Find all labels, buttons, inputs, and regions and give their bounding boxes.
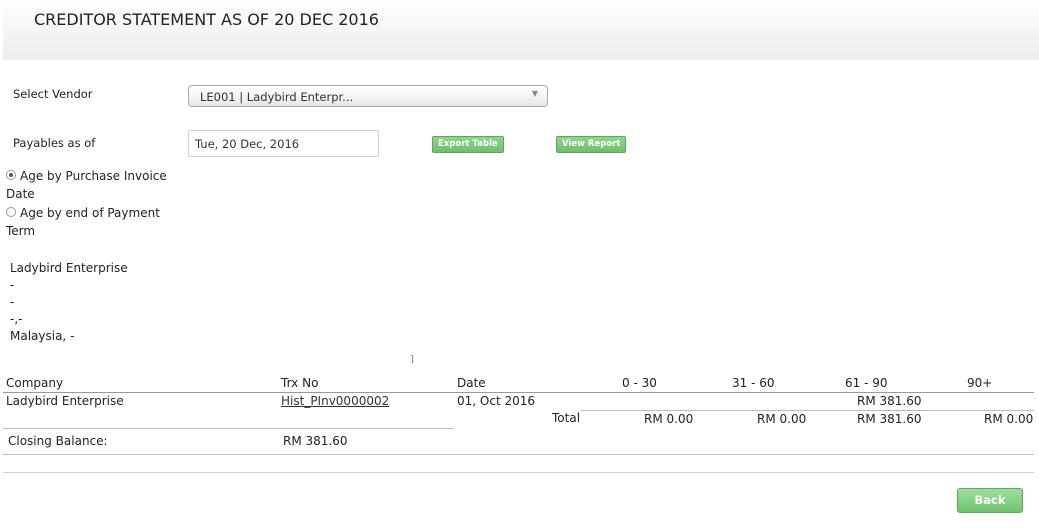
export-table-button[interactable]: Export Table <box>432 136 504 153</box>
age-option-label-cont: Date <box>6 187 35 201</box>
col-header-trx-no: Trx No <box>281 376 319 390</box>
view-report-button[interactable]: View Report <box>556 136 627 153</box>
footer-divider <box>3 472 1034 473</box>
select-vendor-label: Select Vendor <box>13 87 93 101</box>
vendor-select-value: LE001 | Ladybird Enterpr... <box>200 90 354 104</box>
address-line: - <box>10 278 15 292</box>
col-header-0-30: 0 - 30 <box>622 376 657 390</box>
address-line: -,- <box>10 312 23 326</box>
total-divider <box>581 410 1034 411</box>
total-0-30: RM 0.00 <box>644 412 694 426</box>
total-label: Total <box>552 411 581 425</box>
address-line: Malaysia, - <box>10 329 75 343</box>
payables-date-input[interactable] <box>188 130 379 157</box>
chevron-down-icon: ▼ <box>531 89 538 98</box>
vendor-address-textarea[interactable]: Ladybird Enterprise - - -,- Malaysia, - … <box>6 258 416 371</box>
age-by-invoice-date-option[interactable]: Age by Purchase Invoice Date <box>6 167 181 203</box>
closing-bottom-divider <box>3 454 1034 455</box>
total-61-90: RM 381.60 <box>857 412 922 426</box>
address-line: Ladybird Enterprise <box>10 261 128 275</box>
row-61-90-amount: RM 381.60 <box>857 394 922 408</box>
radio-unchecked-icon[interactable] <box>6 207 16 217</box>
trx-no-link[interactable]: Hist_PInv0000002 <box>281 394 389 408</box>
col-header-61-90: 61 - 90 <box>845 376 888 390</box>
col-header-90-plus: 90+ <box>967 376 993 390</box>
closing-top-divider <box>3 428 454 429</box>
radio-checked-icon[interactable] <box>6 170 16 180</box>
col-header-company: Company <box>6 376 64 390</box>
total-31-60: RM 0.00 <box>757 412 807 426</box>
header-divider <box>3 392 1034 393</box>
resize-handle-icon[interactable]: ⁆ <box>410 352 414 369</box>
age-option-label: Age by end of Payment <box>20 206 160 220</box>
col-header-31-60: 31 - 60 <box>732 376 775 390</box>
back-button[interactable]: Back <box>957 488 1023 513</box>
payables-as-of-label: Payables as of <box>13 136 96 150</box>
row-date: 01, Oct 2016 <box>457 394 535 408</box>
closing-balance-value: RM 381.60 <box>283 434 348 448</box>
col-header-date: Date <box>457 376 486 390</box>
age-by-payment-term-option[interactable]: Age by end of Payment Term <box>6 204 181 240</box>
vendor-select[interactable]: LE001 | Ladybird Enterpr... ▼ <box>188 85 548 107</box>
address-line: - <box>10 295 15 309</box>
closing-balance-label: Closing Balance: <box>8 434 108 448</box>
page-title: CREDITOR STATEMENT AS OF 20 DEC 2016 <box>34 10 379 29</box>
total-90-plus: RM 0.00 <box>984 412 1034 426</box>
row-company: Ladybird Enterprise <box>6 394 124 408</box>
age-option-label: Age by Purchase Invoice <box>20 169 167 183</box>
page-header: CREDITOR STATEMENT AS OF 20 DEC 2016 <box>3 0 1039 60</box>
age-option-label-cont: Term <box>6 224 36 238</box>
